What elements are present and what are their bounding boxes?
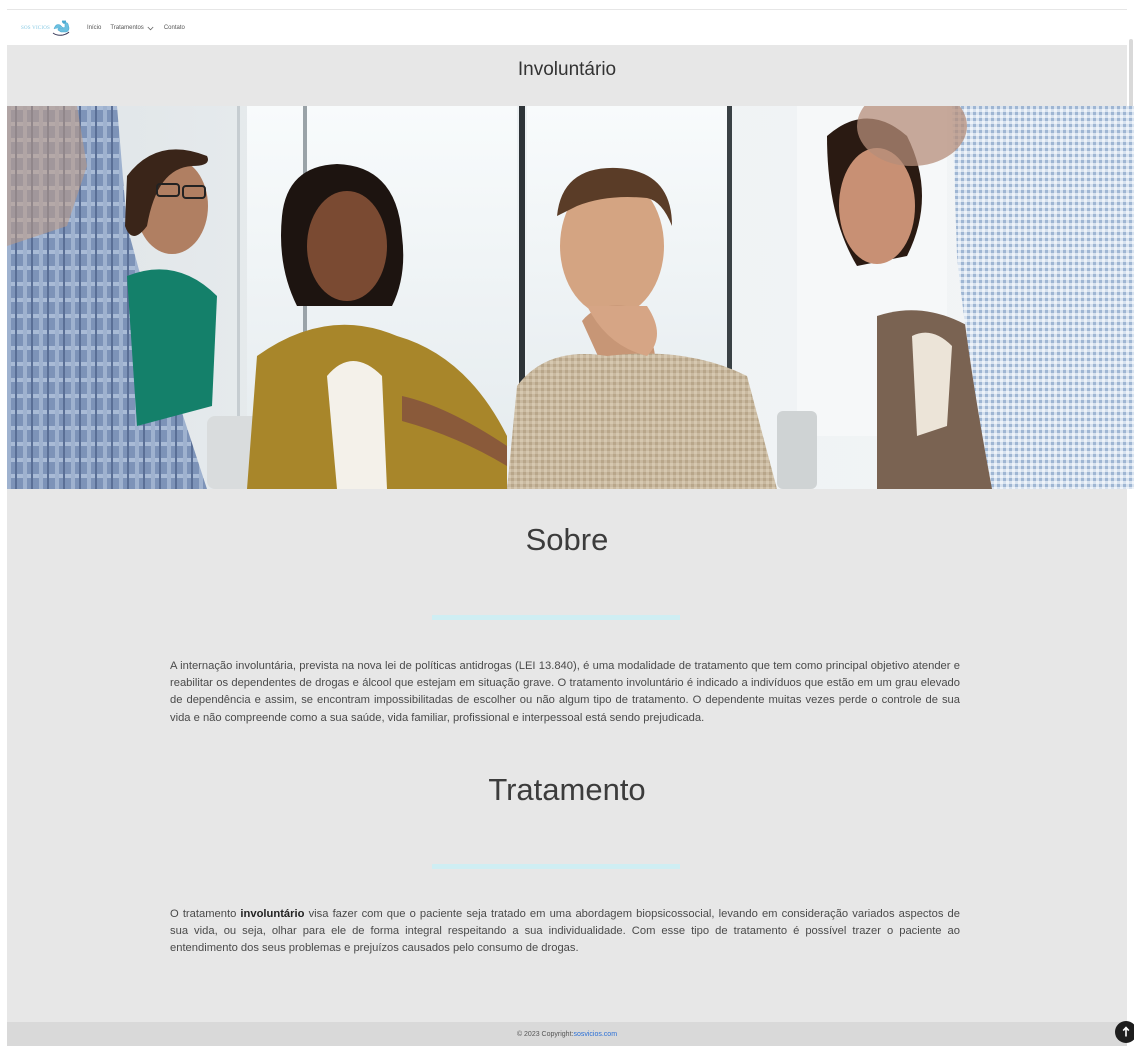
treatment-text-emphasis: involuntário [240,908,305,920]
hand-heart-logo-icon [52,20,70,36]
brand-text: SOS VICIOS [21,25,50,31]
left-margin [0,9,7,1046]
treatment-heading: Tratamento [488,772,646,807]
footer-copyright: © 2023 Copyright: [516,1030,574,1038]
hero-illustration [7,106,1134,489]
hero-group-therapy-image [7,106,1134,489]
nav-treatments-dropdown[interactable]: Tratamentos [110,25,154,31]
about-paragraph: A internação involuntária, prevista na n… [170,660,960,724]
nav-links: Início Tratamentos Contato [87,25,194,31]
footer: © 2023 Copyright: sosvicios.com [7,1022,1127,1046]
treatment-text-start: O tratamento [170,908,241,920]
chevron-down-icon [147,26,154,30]
treatment-divider [432,864,680,869]
scrollbar-thumb[interactable] [1129,39,1133,109]
page-title: Involuntário [517,58,617,80]
nav-contact-link[interactable]: Contato [164,25,185,31]
brand-link[interactable]: SOS VICIOS [21,10,71,46]
page-title-band: Involuntário [7,45,1127,106]
footer-site-link[interactable]: sosvicios.com [573,1031,617,1038]
back-to-top-button[interactable] [1115,1021,1134,1043]
main-content: Sobre A internação involuntária, previst… [7,489,1127,1022]
nav-treatments-label: Tratamentos [110,25,144,31]
treatment-paragraph: O tratamento involuntário visa fazer com… [170,906,960,958]
navbar: SOS VICIOS Início Tratamentos Contato [7,9,1127,46]
top-strip [0,0,1134,9]
arrow-up-icon [1122,1026,1130,1037]
page: SOS VICIOS Início Tratamentos Contato In… [0,0,1134,1046]
nav-home-link[interactable]: Início [87,25,101,31]
about-divider [432,615,680,620]
about-heading: Sobre [525,522,609,557]
